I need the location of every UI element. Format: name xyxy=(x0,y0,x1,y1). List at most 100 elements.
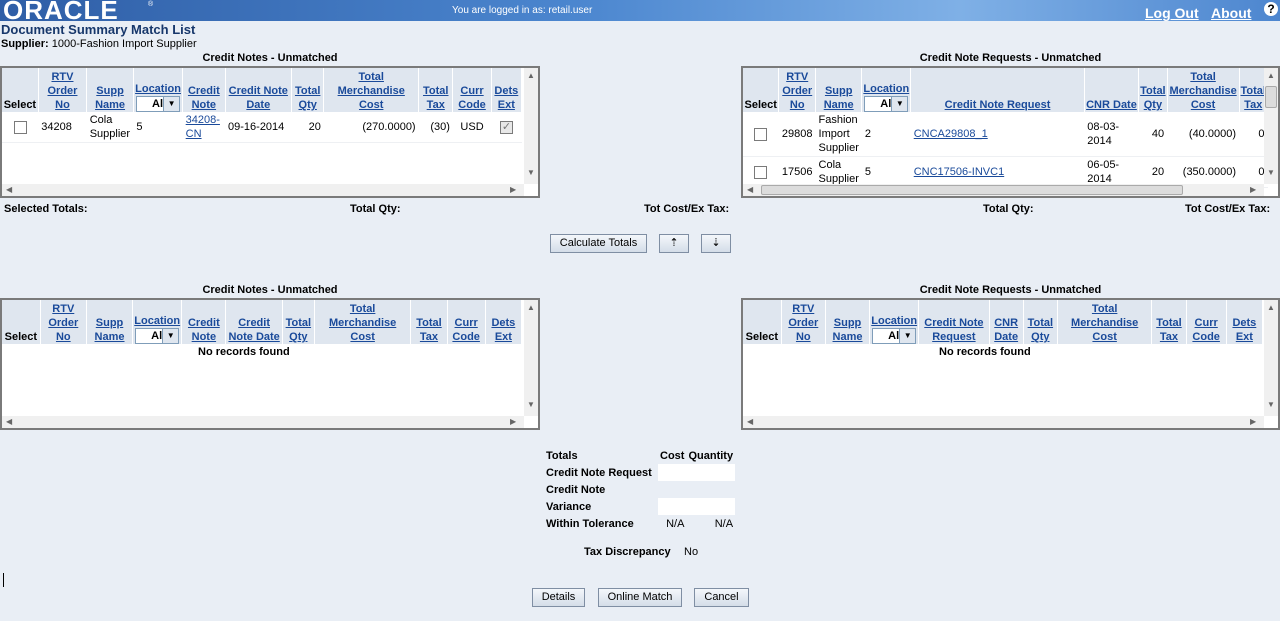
col-total-merch-cost[interactable]: Total Merchandise Cost xyxy=(314,300,412,344)
col-supp-name[interactable]: Supp Name xyxy=(815,68,863,112)
cell-cost: (40.0000) xyxy=(1167,112,1239,157)
logout-link[interactable]: Log Out xyxy=(1145,5,1199,21)
col-cnr-date[interactable]: CNR Date xyxy=(989,300,1024,344)
vertical-scrollbar[interactable]: ▲ ▼ xyxy=(1264,300,1278,416)
col-total-merch-cost[interactable]: Total Merchandise Cost xyxy=(1057,300,1153,344)
tolerance-cost-value: N/A xyxy=(666,517,685,530)
col-location[interactable]: Location All ▼ xyxy=(861,68,912,112)
move-up-button[interactable]: ⇡ xyxy=(659,234,689,253)
col-rtv-order-no[interactable]: RTV Order No xyxy=(40,300,87,344)
scroll-down-icon[interactable]: ▼ xyxy=(1267,400,1275,410)
cnr-bottom-panel: Select RTV Order No Supp Name Location A… xyxy=(741,298,1280,430)
cell-cost: (350.0000) xyxy=(1167,156,1239,188)
col-location[interactable]: Location All ▼ xyxy=(133,68,184,112)
help-icon[interactable]: ? xyxy=(1264,2,1278,16)
details-button[interactable]: Details xyxy=(532,588,585,607)
cell-date: 06-05-2014 xyxy=(1084,156,1139,188)
scroll-right-icon[interactable]: ▶ xyxy=(510,417,516,427)
col-location[interactable]: Location All ▼ xyxy=(869,300,920,344)
col-supp-name[interactable]: Supp Name xyxy=(86,300,134,344)
col-supp-name[interactable]: Supp Name xyxy=(825,300,871,344)
scroll-left-icon[interactable]: ◀ xyxy=(747,185,753,195)
credit-note-request-link[interactable]: CNCA29808_1 xyxy=(914,128,988,140)
location-filter-select[interactable]: All ▼ xyxy=(136,96,181,112)
scroll-up-icon[interactable]: ▲ xyxy=(1267,303,1275,313)
cell-cost: (270.0000) xyxy=(323,112,419,143)
scroll-up-icon[interactable]: ▲ xyxy=(527,71,535,81)
scroll-left-icon[interactable]: ◀ xyxy=(6,185,12,195)
col-credit-note[interactable]: Credit Note xyxy=(181,300,227,344)
col-curr-code[interactable]: Curr Code xyxy=(452,68,492,112)
credit-note-request-link[interactable]: CNC17506-INVC1 xyxy=(914,166,1004,178)
col-curr-code[interactable]: Curr Code xyxy=(1186,300,1227,344)
online-match-button[interactable]: Online Match xyxy=(598,588,682,607)
scroll-right-icon[interactable]: ▶ xyxy=(1250,185,1256,195)
col-credit-note-date[interactable]: Credit Note Date xyxy=(225,68,293,112)
scroll-up-icon[interactable]: ▲ xyxy=(1267,71,1275,81)
col-total-qty[interactable]: Total Qty xyxy=(1138,68,1168,112)
scroll-thumb[interactable] xyxy=(761,185,1183,195)
col-select: Select xyxy=(2,68,39,112)
col-dets-ext[interactable]: Dets Ext xyxy=(491,68,523,112)
supplier-label: Supplier: xyxy=(1,38,49,50)
scroll-down-icon[interactable]: ▼ xyxy=(1267,168,1275,178)
text-cursor xyxy=(3,573,4,587)
col-cnr-date[interactable]: CNR Date xyxy=(1084,68,1140,112)
col-rtv-order-no[interactable]: RTV Order No xyxy=(778,68,817,112)
location-filter-select[interactable]: All ▼ xyxy=(864,96,909,112)
col-location[interactable]: Location All ▼ xyxy=(132,300,183,344)
scroll-right-icon[interactable]: ▶ xyxy=(1250,417,1256,427)
scroll-left-icon[interactable]: ◀ xyxy=(6,417,12,427)
col-credit-note-request[interactable]: Credit Note Request xyxy=(918,300,990,344)
col-rtv-order-no[interactable]: RTV Order No xyxy=(781,300,826,344)
scroll-down-icon[interactable]: ▼ xyxy=(527,400,535,410)
col-supp-name[interactable]: Supp Name xyxy=(86,68,134,112)
scroll-left-icon[interactable]: ◀ xyxy=(747,417,753,427)
location-filter-select[interactable]: All ▼ xyxy=(135,328,180,344)
quantity-header: Quantity xyxy=(688,449,734,462)
horizontal-scrollbar[interactable]: ◀ ▶ xyxy=(743,416,1264,428)
col-total-qty[interactable]: Total Qty xyxy=(291,68,325,112)
col-total-qty[interactable]: Total Qty xyxy=(1023,300,1058,344)
horizontal-scrollbar[interactable]: ◀ ▶ xyxy=(2,184,524,196)
horizontal-scrollbar[interactable]: ◀ ▶ xyxy=(743,184,1264,196)
col-credit-note[interactable]: Credit Note xyxy=(182,68,226,112)
table-row[interactable]: 29808 Fashion Import Supplier 2 CNCA2980… xyxy=(743,112,1268,157)
col-dets-ext[interactable]: Dets Ext xyxy=(1226,300,1264,344)
col-dets-ext[interactable]: Dets Ext xyxy=(485,300,523,344)
row-select-checkbox[interactable] xyxy=(754,127,768,141)
tot-cost-left-label: Tot Cost/Ex Tax: xyxy=(644,203,730,215)
col-total-tax[interactable]: Total Tax xyxy=(418,68,454,112)
cell-qty: 40 xyxy=(1138,112,1168,157)
table-row[interactable]: 34208 Cola Supplier 5 34208-CN 09-16-201… xyxy=(2,112,522,143)
vertical-scrollbar[interactable]: ▲ ▼ xyxy=(524,300,538,416)
scroll-down-icon[interactable]: ▼ xyxy=(527,168,535,178)
col-credit-note-request[interactable]: Credit Note Request xyxy=(910,68,1085,112)
cancel-button[interactable]: Cancel xyxy=(694,588,749,607)
move-down-button[interactable]: ⇣ xyxy=(701,234,731,253)
location-filter-select[interactable]: All ▼ xyxy=(872,328,917,344)
row-select-checkbox[interactable] xyxy=(754,165,768,179)
scroll-thumb[interactable] xyxy=(1265,86,1277,108)
col-credit-note-date[interactable]: Credit Note Date xyxy=(225,300,283,344)
vertical-scrollbar[interactable]: ▲ ▼ xyxy=(1264,68,1278,184)
col-total-qty[interactable]: Total Qty xyxy=(282,300,315,344)
col-total-tax[interactable]: Total Tax xyxy=(1151,300,1187,344)
table-row[interactable]: 17506 Cola Supplier 5 CNC17506-INVC1 06-… xyxy=(743,156,1268,188)
cnr-top-panel: Select RTV Order No Supp Name Location A… xyxy=(741,66,1280,198)
scroll-up-icon[interactable]: ▲ xyxy=(527,303,535,313)
col-curr-code[interactable]: Curr Code xyxy=(447,300,486,344)
total-qty-left-label: Total Qty: xyxy=(350,203,401,215)
col-total-merch-cost[interactable]: Total Merchandise Cost xyxy=(323,68,420,112)
about-link[interactable]: About xyxy=(1211,5,1251,21)
col-rtv-order-no[interactable]: RTV Order No xyxy=(38,68,88,112)
row-select-checkbox[interactable] xyxy=(13,120,27,134)
chevron-down-icon: ▼ xyxy=(891,97,908,111)
calculate-totals-button[interactable]: Calculate Totals xyxy=(550,234,647,253)
credit-note-link[interactable]: 34208-CN xyxy=(186,114,220,140)
col-total-tax[interactable]: Total Tax xyxy=(410,300,448,344)
scroll-right-icon[interactable]: ▶ xyxy=(510,185,516,195)
horizontal-scrollbar[interactable]: ◀ ▶ xyxy=(2,416,524,428)
col-total-merch-cost[interactable]: Total Merchandise Cost xyxy=(1167,68,1240,112)
vertical-scrollbar[interactable]: ▲ ▼ xyxy=(524,68,538,184)
